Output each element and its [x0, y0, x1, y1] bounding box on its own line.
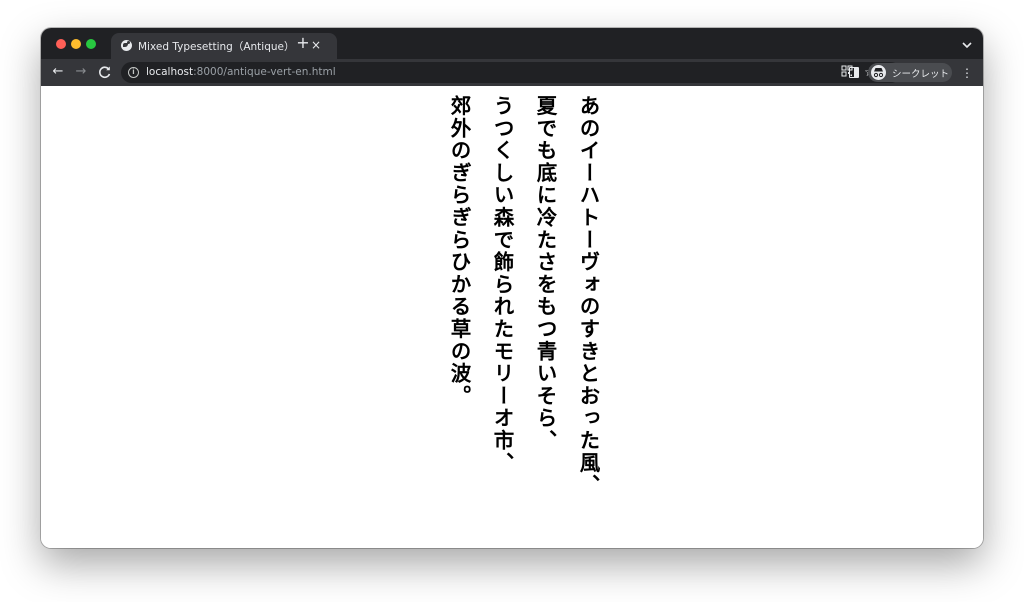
forward-button[interactable]: → [72, 63, 90, 81]
poem-line: あのイーハトーヴォのすきとおった風、 [576, 95, 600, 497]
poem-line: うつくしい森で飾られたモリーオ市、 [490, 95, 514, 475]
profile-label: シークレット [892, 69, 950, 80]
url-host: localhost [146, 66, 194, 78]
incognito-icon [871, 65, 886, 80]
poem-line: 夏でも底に冷たさをもつ青いそら、 [533, 95, 557, 452]
globe-icon [121, 40, 132, 51]
more-menu-icon[interactable]: ⋮ [961, 64, 973, 82]
browser-window: Mixed Typesetting（Antique） × + ← → i loc… [41, 28, 983, 548]
title-bar: Mixed Typesetting（Antique） × + [41, 28, 983, 59]
address-bar[interactable]: i localhost:8000/antique-vert-en.html ☆ [121, 62, 901, 83]
vertical-poem: あのイーハトーヴォのすきとおった風、 夏でも底に冷たさをもつ青いそら、 うつくし… [439, 95, 609, 540]
incognito-profile-button[interactable]: シークレット [868, 63, 952, 82]
chevron-down-icon[interactable] [960, 37, 974, 51]
side-panel-icon[interactable] [849, 67, 859, 78]
page-viewport: あのイーハトーヴォのすきとおった風、 夏でも底に冷たさをもつ青いそら、 うつくし… [41, 86, 983, 548]
back-button[interactable]: ← [49, 63, 67, 81]
window-minimize-button[interactable] [71, 39, 81, 49]
url-text[interactable]: localhost:8000/antique-vert-en.html [146, 66, 336, 78]
toolbar: ← → i localhost:8000/antique-vert-en.htm… [41, 59, 983, 86]
poem-line: 郊外のぎらぎらひかる草の波。 [447, 95, 471, 408]
new-tab-button[interactable]: + [295, 35, 311, 51]
url-path: :8000/antique-vert-en.html [193, 66, 336, 78]
window-close-button[interactable] [56, 39, 66, 49]
info-icon[interactable]: i [128, 67, 139, 78]
reload-button[interactable] [96, 63, 114, 81]
window-maximize-button[interactable] [86, 39, 96, 49]
tab-title: Mixed Typesetting（Antique） [138, 41, 295, 53]
